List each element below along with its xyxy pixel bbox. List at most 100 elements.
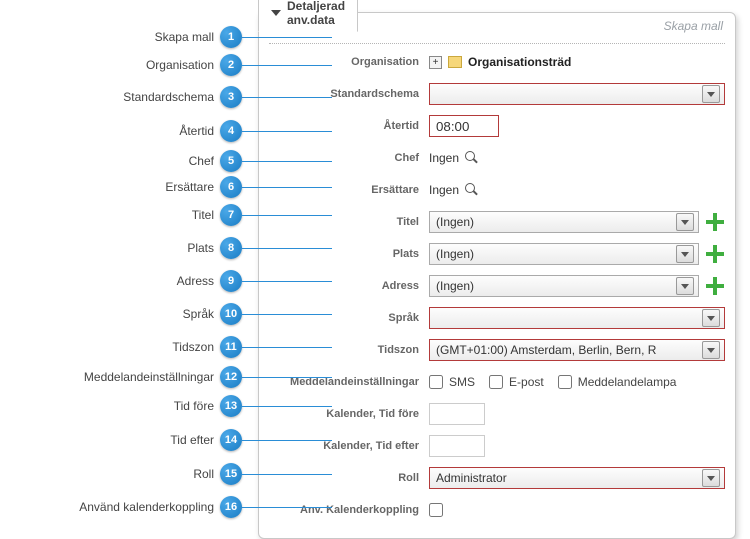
titel-value: (Ingen) — [436, 215, 676, 229]
search-icon[interactable] — [465, 183, 479, 197]
callout-number-badge: 2 — [220, 54, 242, 76]
connector-line — [242, 131, 332, 132]
chevron-down-icon — [271, 10, 281, 16]
titel-select[interactable]: (Ingen) — [429, 211, 699, 233]
callout-13: Tid före 13 — [174, 395, 242, 417]
label-ersattare: Ersättare — [269, 184, 429, 196]
plats-value: (Ingen) — [436, 247, 676, 261]
connector-line — [242, 406, 332, 407]
chevron-down-icon — [702, 469, 720, 487]
atertid-input[interactable] — [429, 115, 499, 137]
callout-label: Organisation — [146, 58, 214, 72]
callout-label: Roll — [193, 467, 214, 481]
callout-6: Ersättare 6 — [165, 176, 242, 198]
callout-11: Tidszon11 — [172, 336, 242, 358]
chef-value: Ingen — [429, 151, 459, 165]
callout-label: Använd kalenderkoppling — [79, 500, 214, 514]
callout-number-badge: 3 — [220, 86, 242, 108]
connector-line — [242, 161, 332, 162]
connector-line — [242, 507, 332, 508]
callout-7: Titel7 — [192, 204, 242, 226]
connector-line — [242, 474, 332, 475]
plats-select[interactable]: (Ingen) — [429, 243, 699, 265]
connector-line — [242, 347, 332, 348]
detail-panel: Skapa mall Organisation + Organisationst… — [258, 12, 736, 539]
kalenderkoppling-checkbox[interactable] — [429, 503, 443, 517]
callout-label: Tidszon — [172, 340, 214, 354]
connector-line — [242, 215, 332, 216]
callout-label: Tid efter — [170, 433, 214, 447]
tid-efter-input[interactable] — [429, 435, 485, 457]
callout-label: Titel — [192, 208, 214, 222]
callout-label: Återtid — [179, 124, 214, 138]
callout-number-badge: 5 — [220, 150, 242, 172]
callout-1: Skapa mall1 — [155, 26, 242, 48]
tree-expand-icon[interactable]: + — [429, 56, 442, 69]
adress-value: (Ingen) — [436, 279, 676, 293]
callout-5: Chef 5 — [189, 150, 242, 172]
tidszon-value: (GMT+01:00) Amsterdam, Berlin, Bern, R — [436, 343, 702, 357]
search-icon[interactable] — [465, 151, 479, 165]
callout-number-badge: 16 — [220, 496, 242, 518]
organisation-value[interactable]: Organisationsträd — [468, 55, 571, 69]
callout-14: Tid efter 14 — [170, 429, 242, 451]
adress-select[interactable]: (Ingen) — [429, 275, 699, 297]
callout-label: Ersättare — [165, 180, 214, 194]
tidszon-select[interactable]: (GMT+01:00) Amsterdam, Berlin, Bern, R — [429, 339, 725, 361]
callout-15: Roll15 — [193, 463, 242, 485]
callout-2: Organisation 2 — [146, 54, 242, 76]
sms-checkbox[interactable] — [429, 375, 443, 389]
connector-line — [242, 187, 332, 188]
chevron-down-icon — [676, 277, 694, 295]
plus-icon[interactable] — [705, 276, 725, 296]
callout-label: Tid före — [174, 399, 214, 413]
callout-number-badge: 6 — [220, 176, 242, 198]
callout-12: Meddelandeinställningar12 — [84, 366, 242, 388]
standardschema-select[interactable] — [429, 83, 725, 105]
create-template-link[interactable]: Skapa mall — [664, 19, 723, 33]
callout-4: Återtid 4 — [179, 120, 242, 142]
callout-label: Standardschema — [123, 90, 214, 104]
tab-detailed-user-data[interactable]: Detaljerad anv.data — [258, 0, 358, 32]
chevron-down-icon — [702, 85, 720, 103]
divider — [269, 43, 725, 44]
connector-line — [242, 97, 332, 98]
callout-number-badge: 4 — [220, 120, 242, 142]
label-tid-efter: Kalender, Tid efter — [269, 440, 429, 452]
callout-number-badge: 13 — [220, 395, 242, 417]
callout-label: Plats — [187, 241, 214, 255]
sprak-select[interactable] — [429, 307, 725, 329]
callout-number-badge: 9 — [220, 270, 242, 292]
label-kalenderkoppling: Anv. Kalenderkoppling — [269, 504, 429, 516]
epost-label: E-post — [509, 375, 544, 389]
callout-label: Chef — [189, 154, 214, 168]
callout-8: Plats8 — [187, 237, 242, 259]
plus-icon[interactable] — [705, 212, 725, 232]
label-titel: Titel — [269, 216, 429, 228]
label-chef: Chef — [269, 152, 429, 164]
callout-9: Adress 9 — [177, 270, 242, 292]
connector-line — [242, 37, 332, 38]
label-standardschema: Standardschema — [269, 88, 429, 100]
callout-number-badge: 12 — [220, 366, 242, 388]
callout-number-badge: 1 — [220, 26, 242, 48]
label-plats: Plats — [269, 248, 429, 260]
ersattare-value: Ingen — [429, 183, 459, 197]
connector-line — [242, 281, 332, 282]
roll-select[interactable]: Administrator — [429, 467, 725, 489]
lampa-label: Meddelandelampa — [578, 375, 677, 389]
callout-3: Standardschema 3 — [123, 86, 242, 108]
epost-checkbox[interactable] — [489, 375, 503, 389]
connector-line — [242, 377, 332, 378]
plus-icon[interactable] — [705, 244, 725, 264]
chevron-down-icon — [702, 341, 720, 359]
connector-line — [242, 440, 332, 441]
label-tidszon: Tidszon — [269, 344, 429, 356]
tid-fore-input[interactable] — [429, 403, 485, 425]
connector-line — [242, 314, 332, 315]
callout-label: Adress — [177, 274, 214, 288]
callout-number-badge: 14 — [220, 429, 242, 451]
lampa-checkbox[interactable] — [558, 375, 572, 389]
callout-label: Språk — [183, 307, 214, 321]
chevron-down-icon — [676, 245, 694, 263]
